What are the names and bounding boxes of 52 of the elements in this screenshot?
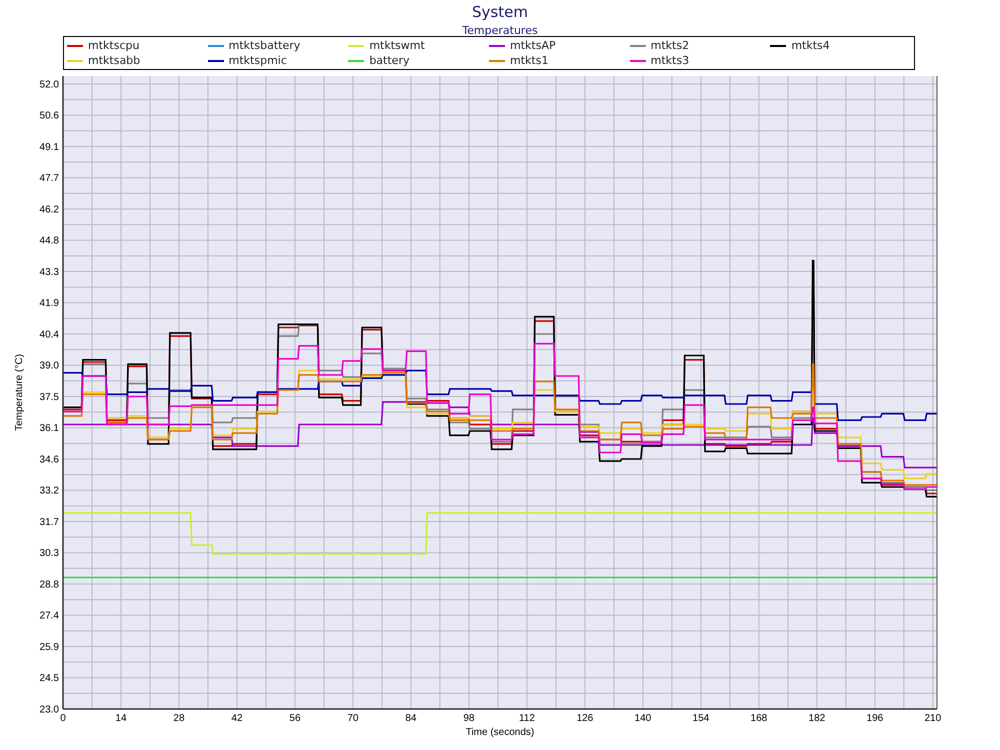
axis-tick-label: 30.3 [40,548,59,560]
legend-label: mtktsAP [510,38,556,53]
axis-tick-label: 47.7 [40,173,59,184]
axis-tick-label: 36.1 [40,423,59,434]
legend-label: mtktswmt [369,38,425,53]
legend-label: mtktscpu [88,38,140,53]
axis-tick-label: 28.8 [40,580,59,590]
axis-tick-label: 39.0 [40,360,59,372]
axis-tick-label: 14 [115,713,127,724]
axis-tick-label: 52.0 [40,79,59,90]
legend-label: battery [369,53,410,68]
axis-tick-label: 25.9 [40,642,59,653]
legend-label: mtktsbattery [228,38,300,53]
axis-tick-label: 37.5 [40,392,59,403]
axis-tick-label: 0 [60,713,66,724]
axis-tick-label: 41.9 [40,298,59,310]
legend-label: mtktsabb [88,53,140,68]
axis-tick-label: 196 [866,713,884,724]
axis-tick-label: 50.6 [40,110,59,122]
axis-tick-label: 70 [347,713,359,724]
axis-tick-label: 44.8 [40,236,59,247]
axis-tick-label: 98 [463,713,474,724]
axis-title: Time (seconds) [466,727,534,738]
chart-subtitle: Temperatures [462,24,538,37]
axis-tick-label: 140 [634,713,652,724]
axis-tick-label: 40.4 [40,329,59,340]
axis-tick-label: 126 [576,713,594,724]
axis-tick-label: 182 [808,713,826,724]
axis-tick-label: 49.1 [40,142,59,153]
legend-label: mtkts3 [650,53,690,68]
chart-title: System [472,3,528,21]
axis-title: Temperature (°C) [14,354,25,431]
axis-tick-label: 28 [173,713,185,724]
axis-tick-label: 154 [692,713,710,724]
legend-label: mtkts4 [791,38,830,53]
legend-label: mtkts1 [510,53,548,68]
axis-tick-label: 112 [518,713,535,724]
axis-tick-label: 84 [405,713,416,724]
axis-tick-label: 42 [231,713,243,724]
axis-tick-label: 210 [924,713,942,724]
axis-tick-label: 56 [289,713,301,724]
axis-tick-label: 33.2 [40,486,59,497]
legend-label: mtktspmic [228,53,287,68]
axis-tick-label: 34.6 [40,454,59,466]
axis-tick-label: 46.2 [40,204,59,216]
axis-tick-label: 43.3 [40,266,59,278]
axis-tick-label: 23.0 [40,704,59,716]
axis-tick-label: 168 [750,713,768,724]
axis-tick-label: 31.7 [40,517,59,528]
axis-tick-label: 27.4 [40,610,59,622]
legend-label: mtkts2 [650,38,690,53]
axis-tick-label: 24.5 [40,673,59,684]
